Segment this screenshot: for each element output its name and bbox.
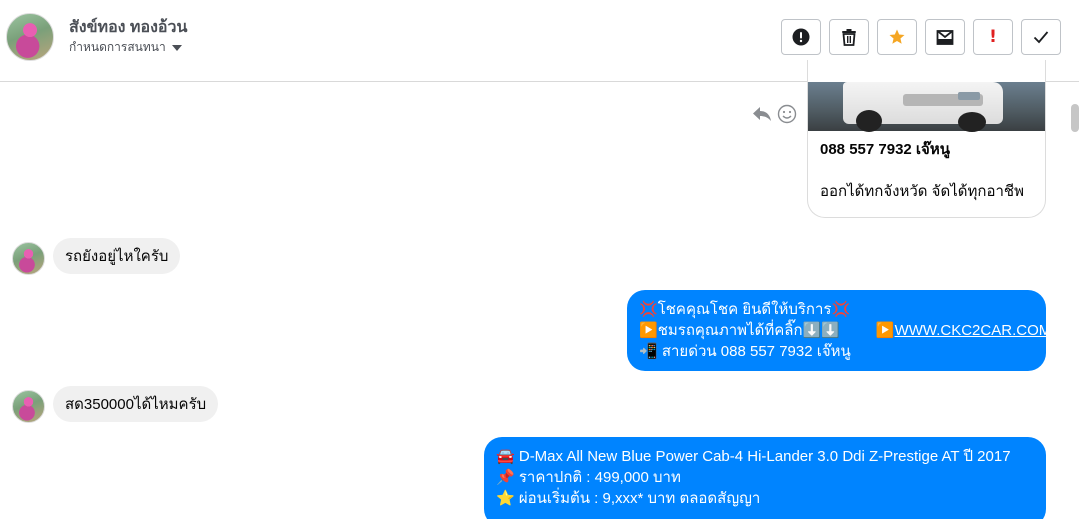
anger-emoji-icon: 💢: [639, 301, 658, 318]
mobile-phone-emoji-icon: 📲: [639, 343, 658, 360]
message-line: 📌 ราคาปกติ : 499,000 บาท: [496, 467, 1034, 488]
sender-avatar[interactable]: [12, 390, 45, 423]
exclamation-icon: !: [989, 27, 997, 47]
contact-name[interactable]: สังข์ทอง ทองอ้วน: [69, 15, 187, 40]
message-text: สด350000ได้ไหมครับ: [65, 396, 207, 413]
play-emoji-icon: ▶️: [875, 322, 895, 339]
message-line: 🚘 D-Max All New Blue Power Cab-4 Hi-Land…: [496, 446, 1034, 467]
mark-spam-button[interactable]: [781, 19, 821, 55]
incoming-message-bubble[interactable]: รถยังอยู่ไหใครับ: [53, 238, 181, 274]
message-text: โชคคุณโชค ยินดีให้บริการ: [657, 301, 832, 318]
pushpin-emoji-icon: 📌: [496, 469, 515, 486]
car-headlight-shape: [958, 92, 980, 100]
archive-icon: [936, 30, 954, 45]
message-text: ราคาปกติ : 499,000 บาท: [514, 469, 681, 486]
incoming-message-bubble[interactable]: สด350000ได้ไหมครับ: [53, 386, 219, 422]
play-emoji-icon: ▶️: [639, 322, 658, 339]
conversation-toolbar: !: [781, 19, 1061, 55]
car-emoji-icon: 🚘: [496, 448, 515, 465]
car-photo: [808, 82, 1045, 132]
contact-avatar[interactable]: [6, 13, 54, 61]
reply-icon[interactable]: [752, 105, 772, 123]
star-emoji-icon: ⭐: [496, 490, 515, 507]
ad-card-message[interactable]: 088 557 7932 เจ๊หนู ออกได้ทกจังหวัด จัดไ…: [807, 60, 1046, 218]
card-phone: 088 557 7932 เจ๊หนู: [820, 141, 950, 158]
message-line: 📲 สายด่วน 088 557 7932 เจ๊หนู: [639, 341, 1034, 362]
manage-chat-label: กำหนดการสนทนา: [69, 40, 166, 54]
done-button[interactable]: [1021, 19, 1061, 55]
message-text: รถยังอยู่ไหใครับ: [65, 248, 169, 265]
delete-button[interactable]: [829, 19, 869, 55]
manage-chat-dropdown[interactable]: กำหนดการสนทนา: [69, 38, 182, 57]
priority-button[interactable]: !: [973, 19, 1013, 55]
message-line: ▶️ชมรถคุณภาพได้ที่คลิ๊ก⬇️⬇️ ▶️WWW.CKC2CAR…: [639, 320, 1051, 341]
card-description: ออกได้ทกจังหวัด จัดได้ทุกอาชีพ: [820, 183, 1024, 200]
trash-icon: [842, 29, 856, 46]
emoji-reaction-icon[interactable]: [777, 104, 797, 124]
star-icon: [889, 29, 905, 44]
chevron-down-icon: [171, 44, 182, 51]
alert-circle-icon: [792, 28, 810, 46]
star-button[interactable]: [877, 19, 917, 55]
message-text: สายด่วน 088 557 7932 เจ๊หนู: [657, 343, 851, 360]
car-wheel-shape: [958, 112, 986, 132]
car-wheel-shape: [856, 110, 882, 132]
outgoing-message-bubble[interactable]: 🚘 D-Max All New Blue Power Cab-4 Hi-Land…: [484, 437, 1046, 519]
check-icon: [1033, 31, 1049, 44]
message-line: 💢โชคคุณโชค ยินดีให้บริการ💢: [639, 299, 1034, 320]
scrollbar-thumb[interactable]: [1071, 104, 1079, 132]
message-text: ชมรถคุณภาพได้ที่คลิ๊ก⬇️⬇️: [657, 322, 840, 339]
archive-button[interactable]: [925, 19, 965, 55]
website-link[interactable]: WWW.CKC2CAR.COM: [895, 322, 1052, 339]
outgoing-message-bubble[interactable]: 💢โชคคุณโชค ยินดีให้บริการ💢 ▶️ชมรถคุณภาพไ…: [627, 290, 1051, 371]
message-text: D-Max All New Blue Power Cab-4 Hi-Lander…: [514, 448, 1011, 465]
sender-avatar[interactable]: [12, 242, 45, 275]
message-line: ⭐ ผ่อนเริ่มต้น : 9,xxx* บาท ตลอดสัญญา: [496, 488, 1034, 509]
anger-emoji-icon: 💢: [831, 301, 851, 318]
message-text: ผ่อนเริ่มต้น : 9,xxx* บาท ตลอดสัญญา: [514, 490, 761, 507]
